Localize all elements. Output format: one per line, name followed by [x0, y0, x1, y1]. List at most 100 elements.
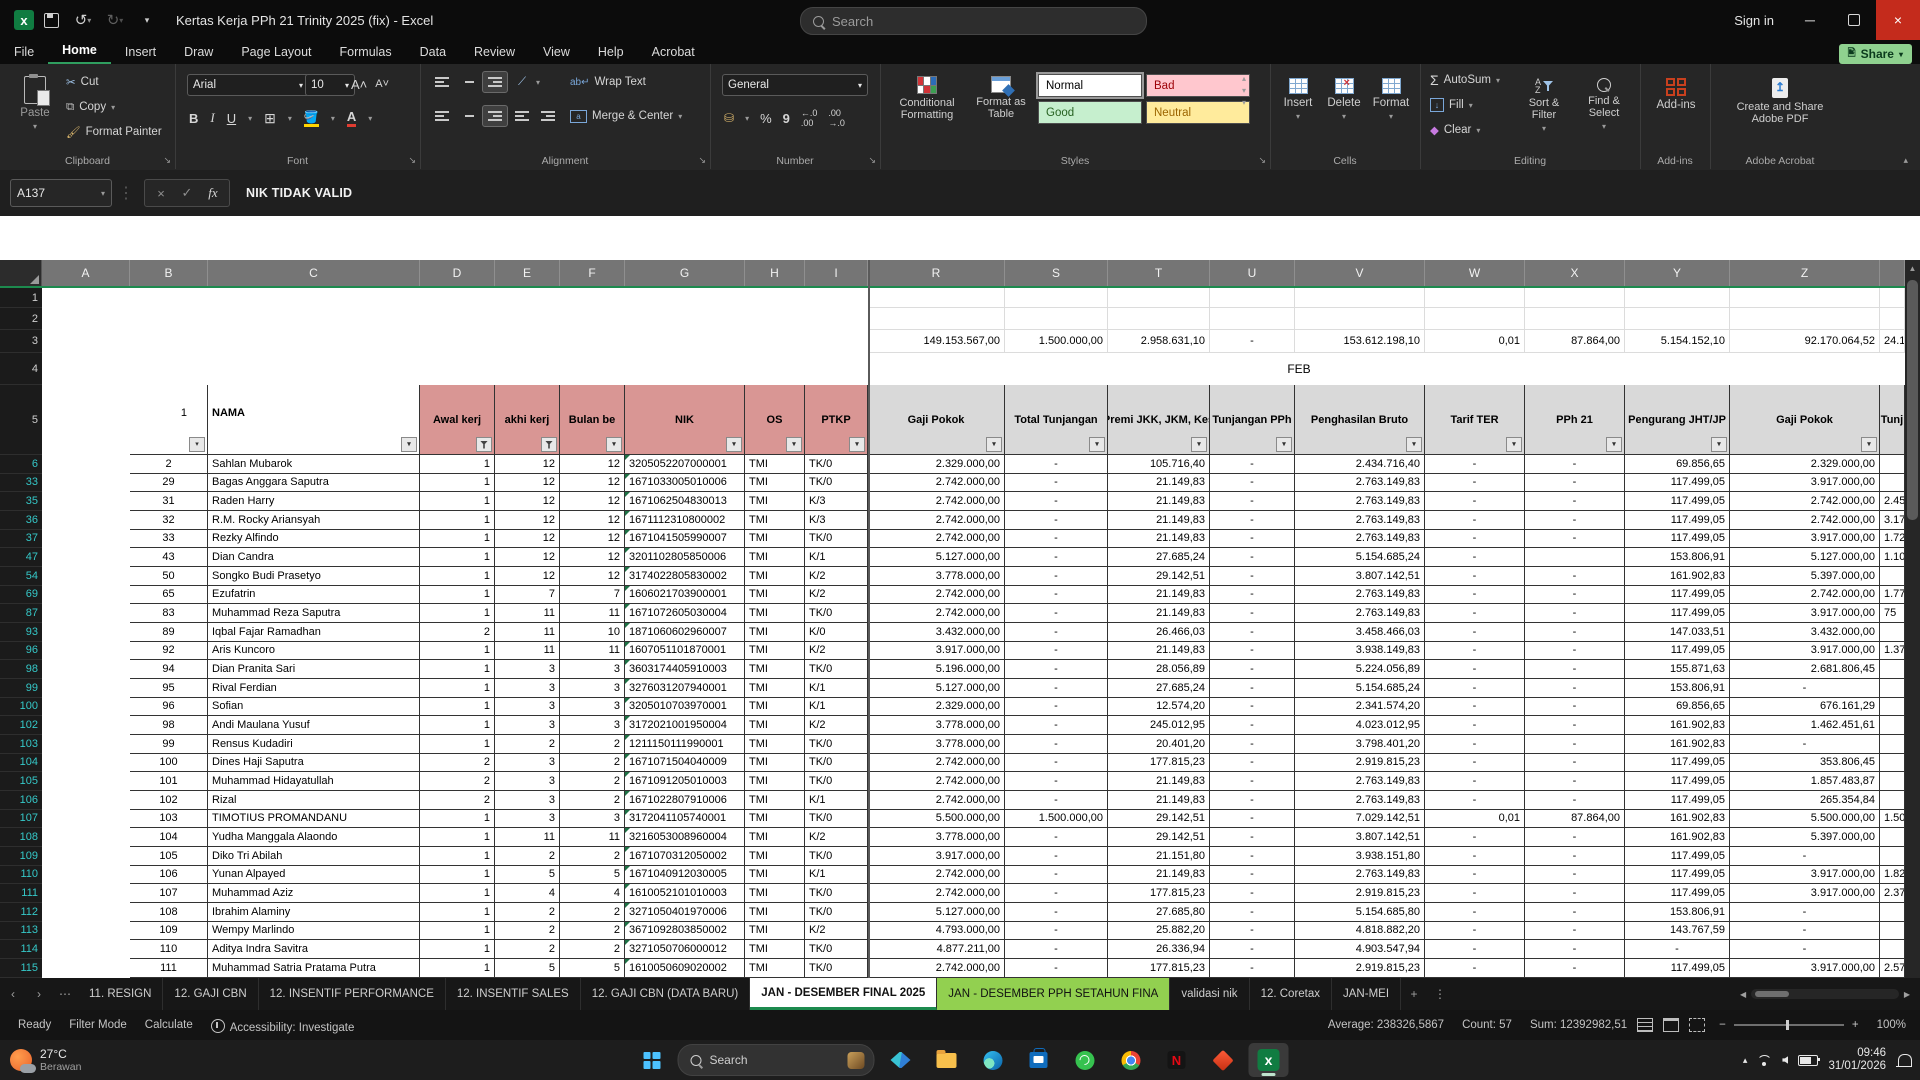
- cell-Z2[interactable]: [1730, 308, 1880, 330]
- cell-I36[interactable]: K/3: [805, 511, 868, 530]
- filter-button-I[interactable]: ▾: [849, 437, 865, 452]
- cell-E100[interactable]: 3: [495, 698, 560, 717]
- cell-F69[interactable]: 7: [560, 586, 625, 605]
- cell-B104[interactable]: 100: [130, 754, 208, 773]
- row-header-3[interactable]: 3: [0, 330, 42, 353]
- sheet-tab-validasi-nik[interactable]: validasi nik: [1170, 978, 1249, 1010]
- column-header-Z[interactable]: Z: [1730, 260, 1880, 286]
- cell-B105[interactable]: 101: [130, 772, 208, 791]
- cell-W2[interactable]: [1425, 308, 1525, 330]
- cell-B109[interactable]: 105: [130, 847, 208, 866]
- cell-A93[interactable]: [42, 623, 130, 642]
- cell-X33[interactable]: -: [1525, 474, 1625, 493]
- horizontal-scrollbar[interactable]: ◀ ▶: [1740, 986, 1910, 1002]
- cell-S114[interactable]: -: [1005, 940, 1108, 959]
- cell-I69[interactable]: K/2: [805, 586, 868, 605]
- cell-V102[interactable]: 4.023.012,95: [1295, 716, 1425, 735]
- cell-R100[interactable]: 2.329.000,00: [868, 698, 1005, 717]
- cell-W109[interactable]: -: [1425, 847, 1525, 866]
- cell-Z109[interactable]: -: [1730, 847, 1880, 866]
- cell-Z110[interactable]: 3.917.000,00: [1730, 866, 1880, 885]
- excel-taskbar-icon[interactable]: x: [1249, 1043, 1289, 1077]
- notifications-bell-icon[interactable]: [1898, 1054, 1912, 1066]
- cell-S2[interactable]: [1005, 308, 1108, 330]
- cell-B98[interactable]: 94: [130, 660, 208, 679]
- file-explorer-taskbar-icon[interactable]: [927, 1043, 967, 1077]
- cell-H108[interactable]: TMI: [745, 828, 805, 847]
- cell-W102[interactable]: -: [1425, 716, 1525, 735]
- cell-Y54[interactable]: 161.902,83: [1625, 567, 1730, 586]
- status-calculate[interactable]: Calculate: [145, 1019, 193, 1031]
- row-header-112[interactable]: 112: [0, 903, 42, 922]
- cell-T54[interactable]: 29.142,51: [1108, 567, 1210, 586]
- cell-G102[interactable]: 3172021001950004: [625, 716, 745, 735]
- cell-U47[interactable]: -: [1210, 548, 1295, 567]
- cell-Y98[interactable]: 155.871,63: [1625, 660, 1730, 679]
- cell-D100[interactable]: 1: [420, 698, 495, 717]
- clear-button[interactable]: ◆Clear▾: [1430, 120, 1480, 140]
- cell-V111[interactable]: 2.919.815,23: [1295, 884, 1425, 903]
- cell-C111[interactable]: Muhammad Aziz: [208, 884, 420, 903]
- cell-S112[interactable]: -: [1005, 903, 1108, 922]
- cell-D104[interactable]: 2: [420, 754, 495, 773]
- cell-Z36[interactable]: 2.742.000,00: [1730, 511, 1880, 530]
- cell-U87[interactable]: -: [1210, 604, 1295, 623]
- row-header-103[interactable]: 103: [0, 735, 42, 754]
- cell-F104[interactable]: 2: [560, 754, 625, 773]
- sheet-tab-jan-desember-pph-setahun-fina[interactable]: JAN - DESEMBER PPH SETAHUN FINA: [937, 978, 1170, 1010]
- cell-Y69[interactable]: 117.499,05: [1625, 586, 1730, 605]
- cell-W114[interactable]: -: [1425, 940, 1525, 959]
- header-cell-G[interactable]: NIK▾: [625, 385, 745, 455]
- cell-T106[interactable]: 21.149,83: [1108, 791, 1210, 810]
- cell-X109[interactable]: -: [1525, 847, 1625, 866]
- cell-G37[interactable]: 1671041505990007: [625, 530, 745, 549]
- cell-E111[interactable]: 4: [495, 884, 560, 903]
- cell-I47[interactable]: K/1: [805, 548, 868, 567]
- cell-X47[interactable]: [1525, 548, 1625, 567]
- cell-H87[interactable]: TMI: [745, 604, 805, 623]
- cell-Z96[interactable]: 3.917.000,00: [1730, 642, 1880, 661]
- cell-B115[interactable]: 111: [130, 959, 208, 978]
- cell-D112[interactable]: 1: [420, 903, 495, 922]
- cell-V112[interactable]: 5.154.685,80: [1295, 903, 1425, 922]
- cell-V100[interactable]: 2.341.574,20: [1295, 698, 1425, 717]
- cell-I113[interactable]: K/2: [805, 922, 868, 941]
- font-dialog-launcher[interactable]: ↘: [408, 155, 416, 166]
- align-right-button[interactable]: [482, 105, 508, 127]
- align-left-button[interactable]: [430, 106, 454, 126]
- cell-S1[interactable]: [1005, 288, 1108, 308]
- sheet-nav-left[interactable]: ‹: [0, 978, 26, 1010]
- cell-style-good[interactable]: Good: [1038, 101, 1142, 124]
- filter-button-Z[interactable]: ▾: [1861, 437, 1877, 452]
- cell-G54[interactable]: 3174022805830002: [625, 567, 745, 586]
- cell-G107[interactable]: 3172041105740001: [625, 810, 745, 829]
- cell-A107[interactable]: [42, 810, 130, 829]
- cell-U33[interactable]: -: [1210, 474, 1295, 493]
- cell-AA110[interactable]: 1.82: [1880, 866, 1905, 885]
- cell-F99[interactable]: 3: [560, 679, 625, 698]
- cell-C104[interactable]: Dines Haji Saputra: [208, 754, 420, 773]
- cell-X106[interactable]: -: [1525, 791, 1625, 810]
- cell-S100[interactable]: -: [1005, 698, 1108, 717]
- cell-R2[interactable]: [868, 308, 1005, 330]
- cell-blank[interactable]: [42, 330, 868, 353]
- cell-I114[interactable]: TK/0: [805, 940, 868, 959]
- cell-T108[interactable]: 29.142,51: [1108, 828, 1210, 847]
- cell-R110[interactable]: 2.742.000,00: [868, 866, 1005, 885]
- cell-G106[interactable]: 1671022807910006: [625, 791, 745, 810]
- cell-blank[interactable]: [42, 353, 868, 385]
- row-header-37[interactable]: 37: [0, 530, 42, 549]
- cell-R69[interactable]: 2.742.000,00: [868, 586, 1005, 605]
- cell-V47[interactable]: 5.154.685,24: [1295, 548, 1425, 567]
- cell-G108[interactable]: 3216053008960004: [625, 828, 745, 847]
- cell-I108[interactable]: K/2: [805, 828, 868, 847]
- accounting-format-button[interactable]: ⛁: [724, 111, 734, 125]
- orientation-button[interactable]: ⟋: [510, 72, 534, 92]
- cell-S47[interactable]: -: [1005, 548, 1108, 567]
- cell-V3[interactable]: 153.612.198,10: [1295, 330, 1425, 353]
- row-header-36[interactable]: 36: [0, 511, 42, 530]
- header-cell-U[interactable]: Tunjangan PPh▾: [1210, 385, 1295, 455]
- cell-S111[interactable]: -: [1005, 884, 1108, 903]
- increase-decimal-button[interactable]: ←.0.00: [801, 108, 818, 128]
- cell-F112[interactable]: 2: [560, 903, 625, 922]
